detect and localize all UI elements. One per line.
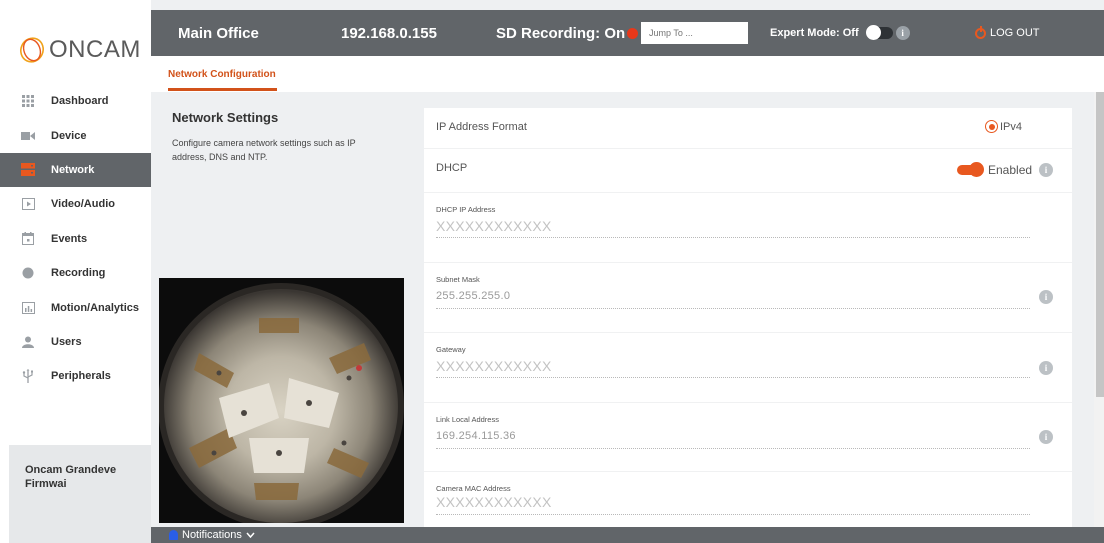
power-icon — [975, 25, 986, 39]
dhcp-toggle[interactable]: Enabled — [957, 162, 1033, 177]
location-title: Main Office — [178, 24, 259, 42]
section-description: Configure camera network settings such a… — [172, 138, 356, 162]
link-local-label: Link Local Address — [436, 415, 499, 424]
sidebar-item-recording[interactable]: Recording — [0, 256, 151, 290]
bar-chart-icon — [21, 301, 35, 315]
top-bar: Main Office 192.168.0.155 SD Recording: … — [151, 10, 1104, 56]
usb-icon — [21, 369, 35, 384]
sd-recording-status: SD Recording: On — [496, 10, 639, 56]
dhcp-ip-row: DHCP IP Address XXXXXXXXXXXX — [424, 193, 1072, 263]
sidebar-item-label: Users — [51, 335, 82, 348]
sidebar-item-video-audio[interactable]: Video/Audio — [0, 187, 151, 221]
info-icon[interactable]: i — [1039, 290, 1053, 304]
sidebar-item-network[interactable]: Network — [0, 152, 151, 188]
sidebar-item-dashboard[interactable]: Dashboard — [0, 84, 151, 118]
toggle-on-icon — [957, 162, 984, 177]
subnet-row: Subnet Mask 255.255.255.0 i — [424, 263, 1072, 333]
chevron-down-icon — [246, 530, 255, 540]
gateway-label: Gateway — [436, 345, 466, 354]
expert-mode-toggle[interactable] — [865, 25, 893, 40]
network-icon — [21, 163, 35, 177]
sidebar-item-label: Dashboard — [51, 95, 109, 108]
firmware-line-2: Firmwai — [25, 478, 67, 490]
expert-mode-label: Expert Mode: Off — [770, 27, 859, 39]
sidebar-nav: Dashboard Device Network Video/Audio Eve… — [0, 84, 151, 394]
tab-bar: Network Configuration — [151, 56, 1104, 92]
sidebar-item-label: Motion/Analytics — [51, 301, 140, 314]
info-icon[interactable]: i — [1039, 361, 1053, 375]
scrollbar-thumb[interactable] — [1096, 92, 1104, 397]
link-local-row: Link Local Address 169.254.115.36 i — [424, 403, 1072, 472]
subnet-underline — [436, 308, 1030, 309]
sidebar-item-label: Peripherals — [51, 370, 111, 383]
record-icon — [21, 266, 35, 280]
radio-selected-icon — [985, 120, 998, 133]
sidebar-item-peripherals[interactable]: Peripherals — [0, 359, 151, 393]
ipv4-radio-option[interactable]: IPv4 — [985, 120, 1022, 133]
network-settings-form: IP Address Format IPv4 DHCP Enabled i DH… — [424, 108, 1072, 528]
ip-address: 192.168.0.155 — [341, 24, 437, 42]
mac-underline — [436, 514, 1030, 515]
user-icon — [21, 335, 35, 349]
grid-icon — [21, 94, 35, 108]
mac-row: Camera MAC Address XXXXXXXXXXXX — [424, 472, 1072, 528]
notifications-bar[interactable]: Notifications — [151, 527, 1104, 543]
subnet-value[interactable]: 255.255.255.0 — [436, 290, 510, 302]
expert-mode: Expert Mode: Off i — [770, 10, 910, 56]
camera-preview[interactable] — [159, 278, 404, 523]
firmware-info: Oncam Grandeve Firmwai — [9, 445, 151, 543]
mac-label: Camera MAC Address — [436, 484, 511, 493]
dhcp-ip-underline — [436, 237, 1030, 238]
oncam-logo-icon — [20, 37, 44, 63]
sidebar-item-label: Recording — [51, 267, 106, 280]
sidebar-item-users[interactable]: Users — [0, 325, 151, 359]
fisheye-image — [159, 278, 404, 523]
ip-format-label: IP Address Format — [436, 121, 527, 133]
tab-network-configuration[interactable]: Network Configuration — [168, 56, 276, 92]
dhcp-label: DHCP — [436, 162, 468, 174]
subnet-label: Subnet Mask — [436, 275, 480, 284]
sd-recording-label: SD Recording: On — [496, 24, 626, 42]
link-local-underline — [436, 448, 1030, 449]
logo[interactable]: ONCAM — [17, 32, 141, 68]
gateway-value[interactable]: XXXXXXXXXXXX — [436, 358, 552, 374]
dhcp-row: DHCP Enabled i — [424, 149, 1072, 193]
sidebar-item-events[interactable]: Events — [0, 222, 151, 256]
dhcp-state: Enabled — [988, 163, 1033, 177]
play-icon — [21, 197, 35, 211]
logo-text: ONCAM — [49, 36, 141, 63]
logout-label: LOG OUT — [990, 27, 1040, 39]
dhcp-ip-value[interactable]: XXXXXXXXXXXX — [436, 218, 552, 234]
info-icon[interactable]: i — [895, 26, 910, 40]
sidebar: ONCAM Dashboard Device Network Video/Aud… — [0, 0, 151, 543]
gateway-underline — [436, 377, 1030, 378]
mac-value[interactable]: XXXXXXXXXXXX — [436, 494, 552, 510]
sidebar-item-label: Video/Audio — [51, 198, 115, 211]
sidebar-item-label: Events — [51, 232, 88, 245]
sidebar-item-label: Device — [51, 129, 87, 142]
ipv4-label: IPv4 — [1000, 120, 1023, 133]
gateway-row: Gateway XXXXXXXXXXXX i — [424, 333, 1072, 403]
ip-format-row: IP Address Format IPv4 — [424, 108, 1072, 149]
info-icon[interactable]: i — [1039, 163, 1053, 177]
dhcp-ip-label: DHCP IP Address — [436, 205, 496, 214]
sidebar-item-label: Network — [51, 163, 95, 176]
firmware-line-1: Oncam Grandeve — [25, 464, 117, 476]
sidebar-item-device[interactable]: Device — [0, 118, 151, 152]
calendar-icon — [21, 232, 35, 246]
info-icon[interactable]: i — [1039, 430, 1053, 444]
bell-icon — [169, 530, 178, 540]
camera-icon — [21, 129, 35, 143]
jump-to-input[interactable] — [641, 22, 748, 44]
tab-active-underline — [168, 88, 277, 91]
link-local-value[interactable]: 169.254.115.36 — [436, 430, 516, 442]
logout-button[interactable]: LOG OUT — [975, 10, 1040, 56]
notifications-label: Notifications — [182, 529, 242, 541]
recording-dot-icon — [627, 27, 639, 39]
sidebar-item-motion-analytics[interactable]: Motion/Analytics — [0, 290, 151, 324]
section-title: Network Settings — [172, 110, 279, 125]
